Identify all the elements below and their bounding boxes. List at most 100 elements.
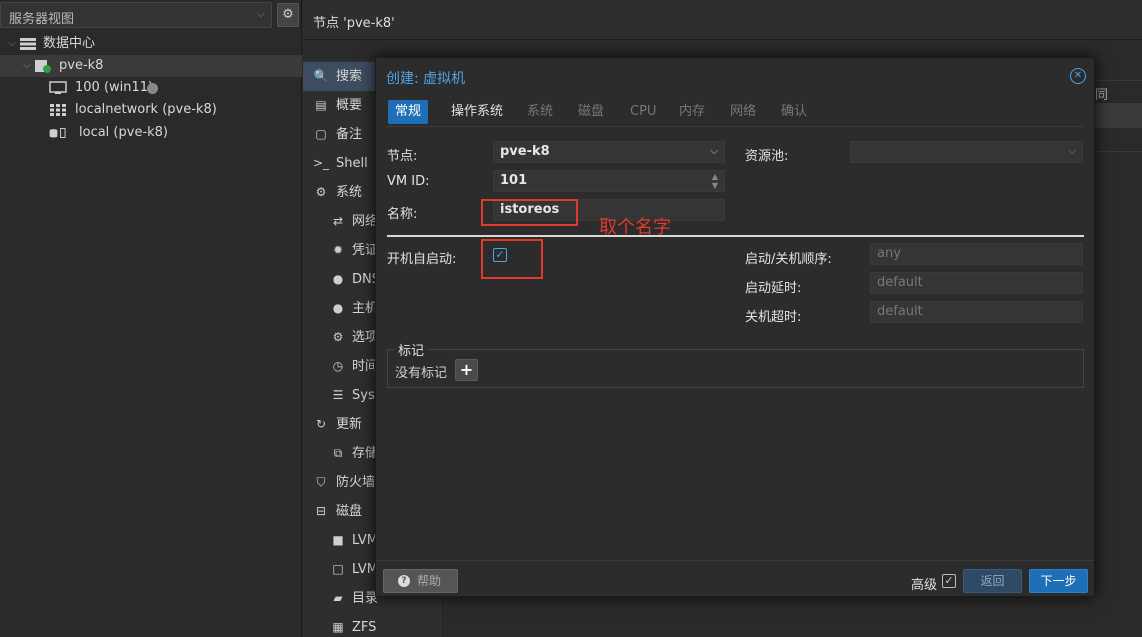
bg-row	[1094, 128, 1142, 152]
status-stopped-icon	[147, 83, 158, 94]
terminal-icon: >_	[313, 156, 330, 170]
refresh-icon: ↻	[315, 417, 327, 431]
tree-item-datacenter[interactable]: ⌵ 数据中心	[0, 33, 302, 55]
resource-tree-panel: 服务器视图 ⌵ ⚙ ⌵ 数据中心 ⌵ pve-k8 100 (win11) lo…	[0, 0, 302, 637]
tab-5[interactable]: 内存	[672, 100, 712, 124]
folder-icon: ▰	[333, 591, 343, 605]
dialog-title: 创建: 虚拟机	[386, 71, 466, 87]
node-header: 节点 'pve-k8'	[303, 0, 1142, 40]
menu-item-label: 备注	[336, 127, 363, 142]
square-o-icon: □	[332, 562, 344, 576]
menu-item-label: 概要	[336, 98, 363, 113]
gear-icon: ⚙	[332, 330, 344, 344]
help-button-label: 帮助	[417, 574, 442, 588]
view-selector[interactable]: 服务器视图 ⌵	[0, 2, 272, 28]
chevron-down-icon: ⌵	[8, 38, 16, 49]
node-label: 节点:	[387, 149, 418, 164]
vmid-stepper[interactable]: 101 ▲ ▼	[493, 170, 725, 192]
dialog-header: 创建: 虚拟机 ✕	[376, 58, 1094, 94]
tab-1[interactable]: 操作系统	[444, 100, 510, 124]
create-vm-dialog: 创建: 虚拟机 ✕ 常规 操作系统 系统 磁盘 CPU 内存 网络 确认 节点: pve-k8…	[375, 57, 1095, 597]
tree-item-label: local (pve-k8)	[79, 125, 169, 140]
bg-row	[1094, 104, 1142, 128]
pool-label: 资源池:	[745, 149, 789, 164]
exchange-icon: ⇄	[332, 214, 344, 228]
menu-item-label: 磁盘	[336, 504, 363, 519]
tree-item-label: pve-k8	[59, 58, 104, 73]
chevron-down-icon: ⌵	[23, 60, 31, 71]
chevron-down-icon: ⌵	[1068, 146, 1076, 157]
pool-select[interactable]: ⌵	[850, 141, 1083, 163]
delay-field[interactable]: default	[870, 272, 1083, 294]
globe-icon: ●	[332, 272, 344, 286]
tags-legend: 标记	[395, 340, 428, 359]
tab-7[interactable]: 确认	[774, 100, 814, 124]
note-icon: ▢	[315, 127, 327, 141]
gear-icon[interactable]: ⚙	[277, 3, 299, 27]
cogs-icon: ⚙	[315, 185, 327, 199]
advanced-checkbox[interactable]: ✓	[942, 574, 956, 588]
delay-placeholder: default	[877, 275, 923, 290]
tab-2[interactable]: 系统	[520, 100, 560, 124]
annotation-box-autostart	[481, 239, 543, 279]
cert-icon: ✹	[332, 243, 344, 257]
spinner-arrows-icon[interactable]: ▲ ▼	[712, 172, 718, 190]
tab-3[interactable]: 磁盘	[571, 100, 611, 124]
order-label: 启动/关机顺序:	[745, 252, 832, 267]
tree-item-storage[interactable]: local (pve-k8)	[0, 122, 302, 144]
menu-item-label: ZFS	[352, 620, 377, 635]
section-divider	[387, 235, 1084, 237]
server-icon	[35, 60, 51, 73]
tab-0[interactable]: 常规	[388, 100, 429, 124]
list-icon: ☰	[332, 388, 344, 402]
tree-item-label: 100 (win11)	[75, 80, 154, 95]
monitor-icon	[49, 81, 67, 94]
tree-item-node[interactable]: ⌵ pve-k8	[0, 55, 302, 77]
tags-empty-text: 没有标记	[395, 366, 448, 381]
datacenter-icon	[20, 38, 36, 50]
order-field[interactable]: any	[870, 243, 1083, 265]
vmid-label: VM ID:	[387, 174, 430, 189]
autostart-label: 开机自启动:	[387, 252, 457, 267]
tab-4[interactable]: CPU	[623, 100, 663, 124]
menu-item-label: 更新	[336, 417, 363, 432]
square-icon: ■	[332, 533, 344, 547]
back-button[interactable]: 返回	[963, 569, 1022, 593]
node-select-value: pve-k8	[500, 144, 550, 159]
dialog-footer: ? 帮助 高级 ✓ 返回 下一步	[376, 560, 1094, 596]
node-select[interactable]: pve-k8 ⌵	[493, 141, 725, 163]
tree-item-label: localnetwork (pve-k8)	[75, 102, 217, 117]
close-icon[interactable]: ✕	[1070, 68, 1086, 84]
tabs-divider	[386, 126, 1084, 127]
menu-item-th[interactable]: ▦ ZFS	[303, 613, 443, 637]
shield-icon: ⛉	[316, 475, 326, 489]
tree-item-vm[interactable]: 100 (win11)	[0, 77, 302, 99]
node-header-title: 节点 'pve-k8'	[313, 16, 395, 31]
delay-label: 启动延时:	[745, 281, 802, 296]
database-icon	[49, 128, 66, 138]
menu-item-label: 系统	[336, 185, 363, 200]
bg-grid-rows	[1094, 80, 1142, 152]
vmid-value: 101	[500, 173, 528, 188]
menu-item-label: Shell	[336, 156, 368, 171]
next-button[interactable]: 下一步	[1029, 569, 1088, 593]
tree-item-label: 数据中心	[43, 36, 96, 51]
help-button[interactable]: ? 帮助	[383, 569, 458, 593]
globe2-icon: ●	[332, 301, 344, 315]
chevron-down-icon: ⌵	[256, 7, 265, 20]
clock-icon: ◷	[332, 359, 344, 373]
advanced-label: 高级	[911, 578, 938, 593]
menu-item-label: 搜索	[336, 69, 363, 84]
copy-icon: ⧉	[333, 446, 343, 460]
shutdown-placeholder: default	[877, 304, 923, 319]
tab-6[interactable]: 网络	[723, 100, 763, 124]
menu-item-label: 防火墙	[336, 475, 376, 490]
th-icon: ▦	[332, 620, 344, 634]
tree-item-network[interactable]: localnetwork (pve-k8)	[0, 99, 302, 121]
add-tag-button[interactable]: +	[455, 359, 478, 381]
order-placeholder: any	[877, 246, 901, 261]
shutdown-field[interactable]: default	[870, 301, 1083, 323]
book-icon: ▤	[315, 98, 327, 112]
drive-icon: ⊟	[315, 504, 327, 518]
annotation-box-name	[481, 199, 578, 226]
